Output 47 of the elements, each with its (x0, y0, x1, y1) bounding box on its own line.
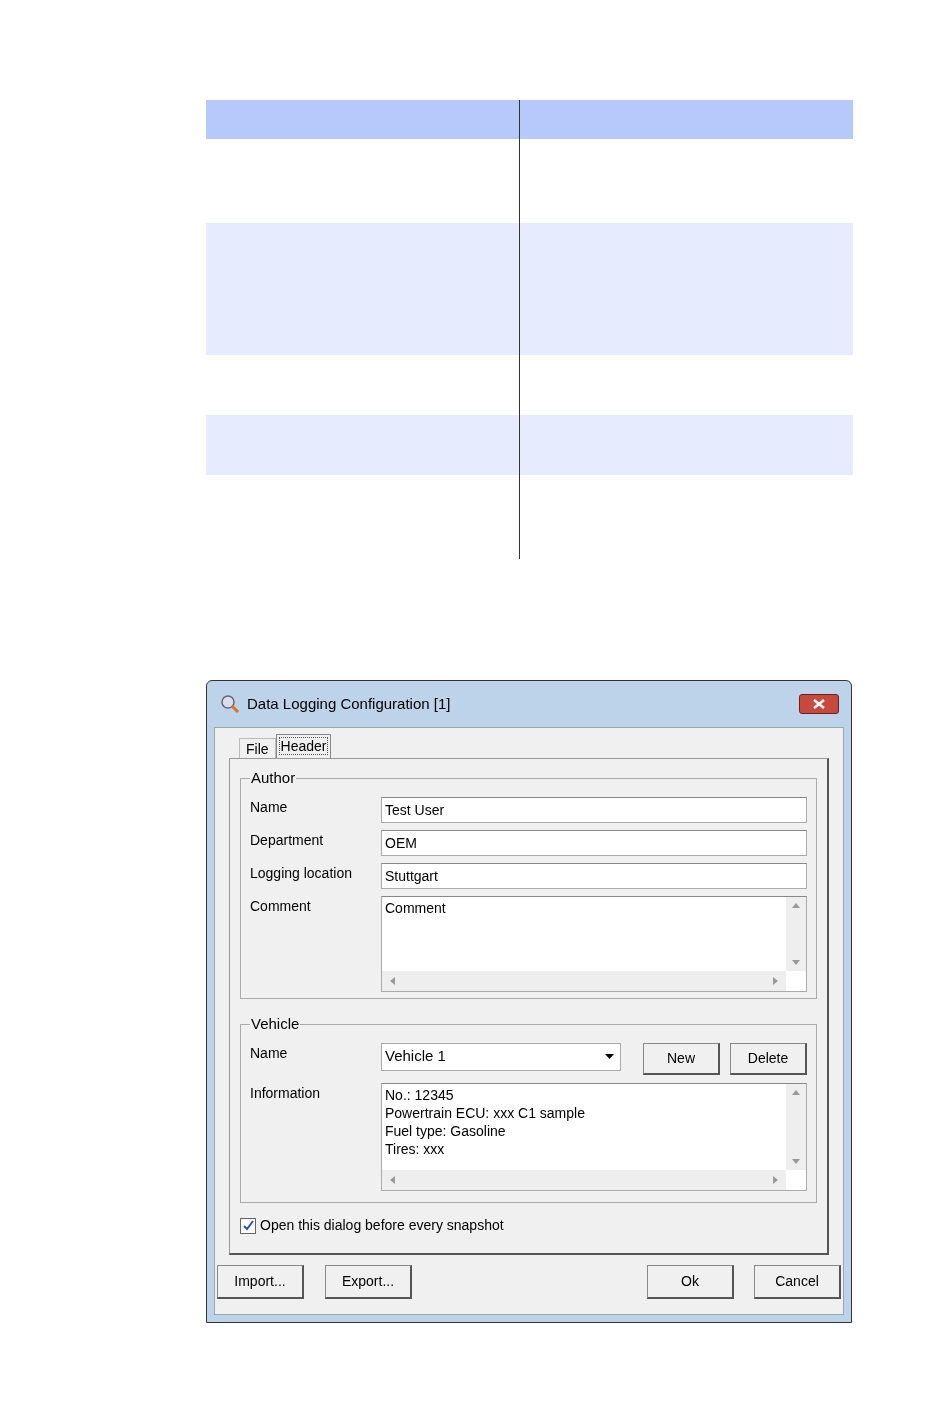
scrollbar[interactable] (382, 970, 786, 991)
text-line: Comment (385, 898, 446, 917)
text-line: No.: 12345 (385, 1085, 454, 1104)
scroll-left-icon[interactable] (390, 1175, 395, 1184)
input-field[interactable]: Test User (381, 796, 807, 823)
tab[interactable]: Header (275, 734, 332, 758)
group-label: Vehicle (250, 1014, 301, 1034)
button[interactable]: Ok (647, 1265, 734, 1299)
checkbox[interactable] (240, 1217, 256, 1234)
close-button[interactable] (799, 694, 839, 714)
checkbox-label: Open this dialog before every snapshot (260, 1216, 504, 1235)
scrollbar[interactable] (382, 1169, 786, 1190)
scrollbar[interactable] (786, 1083, 806, 1170)
caret-icon (605, 1054, 614, 1059)
scroll-right-icon[interactable] (773, 976, 778, 985)
close-icon (813, 699, 825, 709)
field-label: Name (250, 1043, 289, 1063)
button[interactable]: Cancel (754, 1265, 841, 1299)
tab[interactable]: File (239, 738, 276, 758)
text-area[interactable]: Comment (381, 895, 807, 992)
button[interactable]: Export... (325, 1265, 412, 1299)
text-line: Fuel type: Gasoline (385, 1121, 506, 1140)
field-label: Information (250, 1083, 322, 1103)
group-label: Author (250, 768, 297, 788)
text-line: Tires: xxx (385, 1139, 445, 1158)
field-label: Comment (250, 896, 312, 916)
check-icon (242, 1220, 254, 1231)
scroll-down-icon[interactable] (792, 959, 800, 965)
field-label: Logging location (250, 863, 353, 883)
button[interactable]: Delete (730, 1042, 807, 1075)
button[interactable]: Import... (217, 1265, 304, 1299)
scroll-up-icon[interactable] (792, 1089, 800, 1095)
scroll-right-icon[interactable] (773, 1175, 778, 1184)
input-field[interactable]: Stuttgart (381, 862, 807, 889)
magnifier-icon (219, 694, 241, 714)
scrollbar[interactable] (786, 896, 806, 971)
button[interactable]: New (643, 1042, 720, 1075)
scroll-up-icon[interactable] (792, 902, 800, 908)
input-field[interactable]: OEM (381, 829, 807, 856)
text-area[interactable]: No.: 12345 Powertrain ECU: xxx C1 sample Fuel type: Gasoline Tires: xxx (381, 1082, 807, 1191)
scroll-left-icon[interactable] (390, 976, 395, 985)
window-title: Data Logging Configuration [1] (247, 693, 452, 714)
field-label: Name (250, 797, 289, 817)
dropdown[interactable]: Vehicle 1 (381, 1042, 621, 1071)
scroll-down-icon[interactable] (792, 1158, 800, 1164)
text-line: Powertrain ECU: xxx C1 sample (385, 1103, 585, 1122)
field-label: Department (250, 830, 325, 850)
